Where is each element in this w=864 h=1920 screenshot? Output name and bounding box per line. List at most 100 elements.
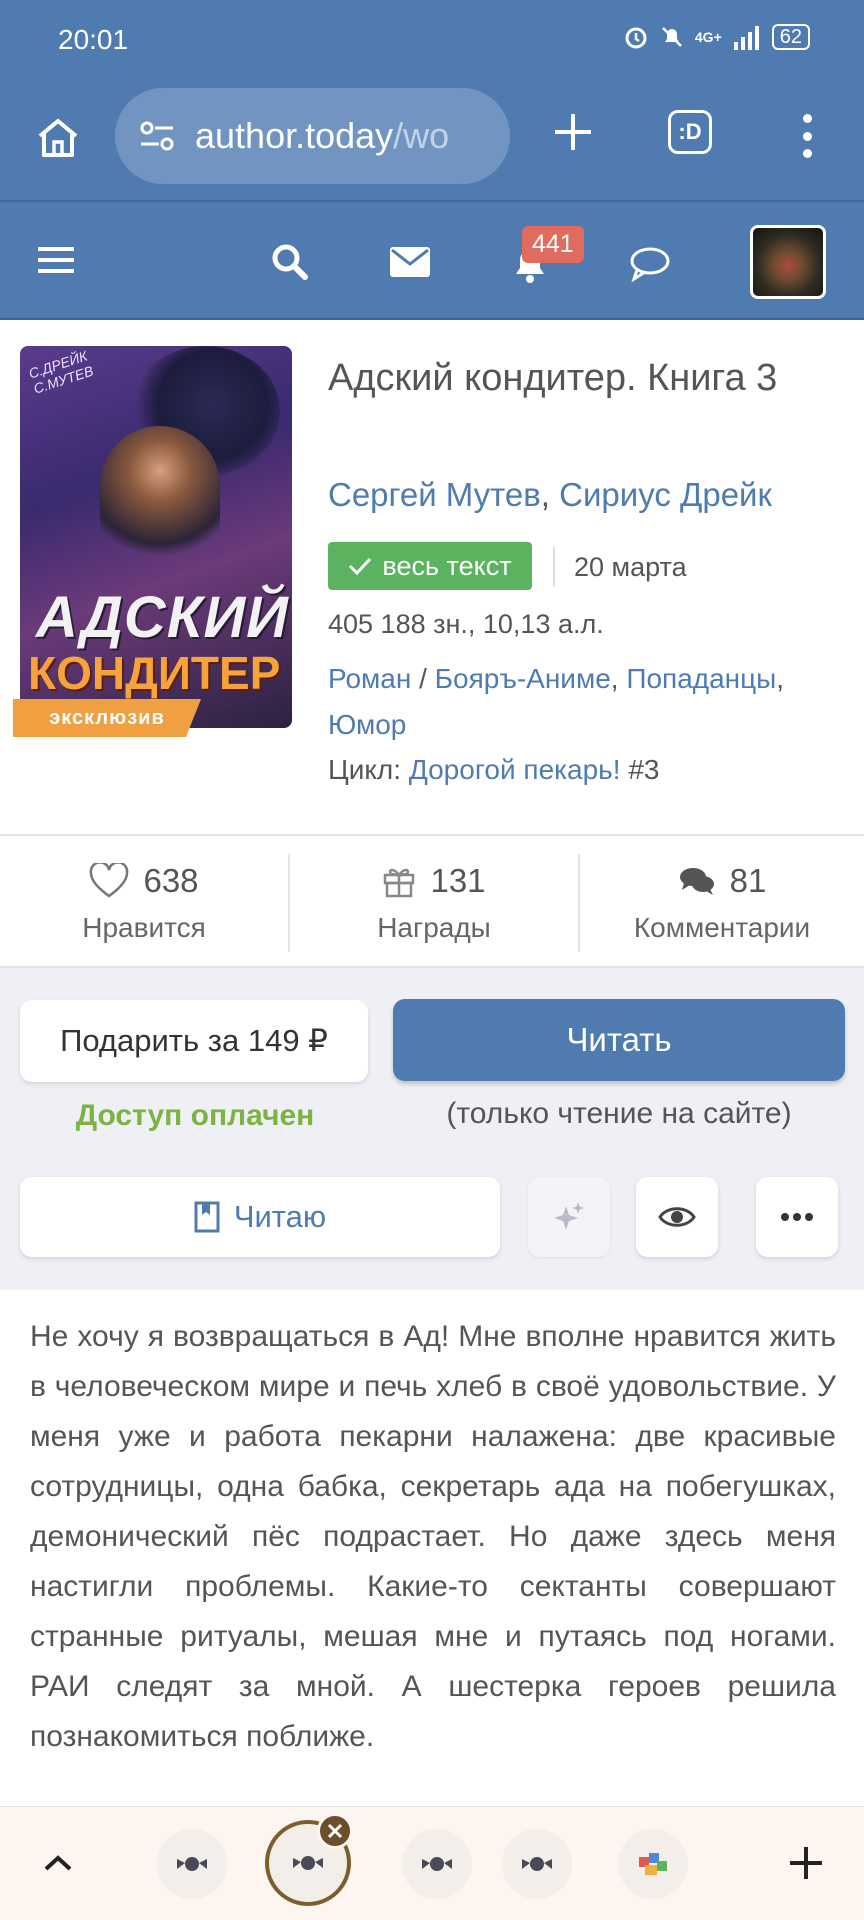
comments-label: Комментарии xyxy=(633,912,811,943)
genre-comma: , xyxy=(776,663,785,694)
tab-site-icon[interactable] xyxy=(502,1829,572,1899)
emblem-icon xyxy=(293,1856,323,1870)
menu-button[interactable] xyxy=(34,238,78,282)
access-paid-label: Доступ оплачен xyxy=(75,1099,315,1132)
comments-icon xyxy=(679,868,714,895)
status-time: 20:01 xyxy=(58,24,129,55)
read-only-note: (только чтение на сайте) xyxy=(446,1097,792,1130)
series: Цикл: Дорогой пекарь! #3 xyxy=(328,754,659,786)
book-cover[interactable]: С.ДРЕЙК С.МУТЕВ АДСКИЙ КОНДИТЕР xyxy=(20,346,292,728)
home-button[interactable] xyxy=(30,110,86,166)
awards-stat[interactable]: 131 Награды xyxy=(290,836,578,970)
genre-link[interactable]: Юмор xyxy=(328,709,406,740)
genre-comma: , xyxy=(610,663,619,694)
book-size: 405 188 зн., 10,13 а.л. xyxy=(328,609,604,639)
signal-icon xyxy=(733,26,759,50)
status-icons: 4G+ 62 xyxy=(623,24,810,50)
authors: Сергей Мутев, Сириус Дрейк xyxy=(328,476,772,514)
full-text-status-badge: весь текст xyxy=(328,542,532,590)
browser-toolbar: author.today/wo :D xyxy=(0,84,864,202)
status-bar: 20:01 4G+ 62 xyxy=(0,0,864,84)
watch-button[interactable] xyxy=(636,1177,718,1257)
notification-count-badge: 441 xyxy=(522,226,584,263)
network-type: 4G+ xyxy=(694,29,722,45)
overflow-menu-button[interactable] xyxy=(795,114,819,158)
url-text: author.today/wo xyxy=(195,115,449,157)
address-bar[interactable]: author.today/wo xyxy=(115,88,510,184)
series-link[interactable]: Дорогой пекарь! xyxy=(409,754,621,785)
likes-stat[interactable]: 638 Нравится xyxy=(0,836,288,970)
overflow-menu-icon xyxy=(802,114,812,123)
series-number: #3 xyxy=(628,754,660,785)
genre-link[interactable]: Роман xyxy=(328,663,411,694)
divider xyxy=(553,547,555,587)
site-navbar xyxy=(0,202,864,320)
status-label: весь текст xyxy=(382,550,512,581)
close-icon xyxy=(327,1823,343,1839)
book-description: Не хочу я возвращаться в Ад! Мне вполне … xyxy=(30,1320,836,1753)
cover-title-line1: АДСКИЙ xyxy=(36,585,289,650)
author-link[interactable]: Сергей Мутев xyxy=(328,476,541,513)
battery-indicator: 62 xyxy=(771,24,810,50)
mail-icon xyxy=(390,247,430,277)
genre-link[interactable]: Бояръ-Аниме xyxy=(435,663,611,694)
genre-link[interactable]: Попаданцы xyxy=(626,663,776,694)
plus-icon xyxy=(790,1847,822,1879)
home-icon xyxy=(38,119,78,157)
search-button[interactable] xyxy=(268,240,312,284)
series-prefix: Цикл: xyxy=(328,754,402,785)
comments-count: 81 xyxy=(729,862,767,899)
awards-top: 131 xyxy=(382,862,486,900)
overflow-dot xyxy=(802,149,812,158)
mute-bell-icon xyxy=(662,27,682,47)
checkmark-icon xyxy=(349,557,372,576)
add-tab-button[interactable] xyxy=(784,1841,828,1885)
gift-button[interactable]: Подарить за 149 ₽ xyxy=(20,1000,368,1082)
colorful-app-icon xyxy=(639,1853,667,1875)
alarm-icon xyxy=(625,27,647,49)
tab-switcher-button[interactable]: :D xyxy=(668,110,712,154)
stats-row: 638 Нравится 131 Награды 81 Комментарии xyxy=(0,834,864,968)
emblem-icon xyxy=(422,1857,452,1871)
overflow-dot xyxy=(802,131,812,141)
author-separator: , xyxy=(540,476,550,513)
site-settings-icon[interactable] xyxy=(137,116,177,156)
awards-label: Награды xyxy=(377,912,491,943)
publication-date: 20 марта xyxy=(574,552,687,582)
emblem-icon xyxy=(522,1857,552,1871)
scroll-up-button[interactable] xyxy=(36,1841,80,1885)
more-options-button[interactable] xyxy=(756,1177,838,1257)
likes-top: 638 xyxy=(89,862,199,900)
comments-stat[interactable]: 81 Комментарии xyxy=(580,836,864,970)
chat-button[interactable] xyxy=(628,242,672,286)
url-path: /wo xyxy=(393,115,450,156)
tab-site-icon[interactable] xyxy=(157,1829,227,1899)
url-domain: author.today xyxy=(195,115,394,156)
tab-strip xyxy=(0,1806,864,1920)
cover-art-figure xyxy=(100,426,220,576)
cover-authors: С.ДРЕЙК С.МУТЕВ xyxy=(27,347,96,397)
close-tab-button[interactable] xyxy=(317,1813,353,1849)
genre-separator: / xyxy=(419,663,427,694)
reading-shelf-button[interactable]: Читаю xyxy=(20,1177,500,1257)
user-avatar[interactable] xyxy=(750,225,826,299)
tab-site-icon[interactable] xyxy=(402,1829,472,1899)
author-link[interactable]: Сириус Дрейк xyxy=(559,476,772,513)
heart-icon xyxy=(90,863,129,898)
sparkle-button[interactable] xyxy=(528,1177,610,1257)
read-button[interactable]: Читать xyxy=(393,999,845,1081)
cover-title-line2: КОНДИТЕР xyxy=(28,647,281,699)
book-title: Адский кондитер. Книга 3 xyxy=(328,357,778,399)
more-dots-icon xyxy=(781,1213,813,1221)
search-icon xyxy=(272,244,308,280)
sparkle-icon xyxy=(554,1202,584,1230)
likes-count: 638 xyxy=(143,862,199,899)
chevron-up-icon xyxy=(44,1855,72,1871)
mail-button[interactable] xyxy=(388,242,432,282)
likes-label: Нравится xyxy=(82,912,206,943)
gift-icon xyxy=(384,868,415,898)
new-tab-button[interactable] xyxy=(545,104,601,160)
chat-bubble-icon xyxy=(630,247,670,282)
new-tab-plus-icon xyxy=(555,114,591,150)
tab-site-icon[interactable] xyxy=(618,1829,688,1899)
